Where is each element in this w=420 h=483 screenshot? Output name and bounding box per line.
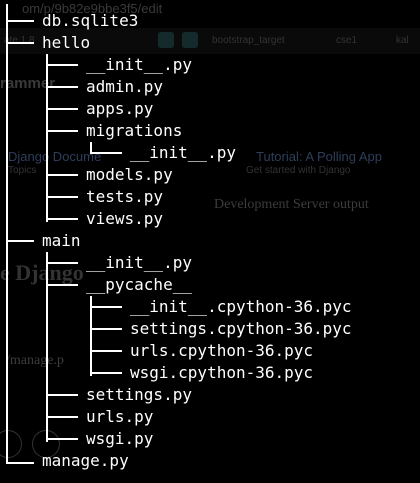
file-name: settings.py (86, 385, 192, 404)
file-name: apps.py (86, 99, 154, 118)
file-tree: db.sqlite3 hello __init__.py admin.py apps.p… (0, 0, 420, 483)
file-name: views.py (86, 209, 164, 228)
file-name: urls.cpython-36.pyc (130, 341, 314, 360)
file-name: db.sqlite3 (42, 11, 139, 30)
file-name: __init__.cpython-36.pyc (130, 297, 352, 316)
file-name: __init__.py (86, 55, 192, 74)
folder-name: migrations (86, 121, 183, 140)
file-name: manage.py (42, 451, 129, 470)
file-name: tests.py (86, 187, 164, 206)
folder-name: hello (42, 33, 91, 52)
file-name: wsgi.py (86, 429, 154, 448)
file-name: urls.py (86, 407, 154, 426)
file-name: admin.py (86, 77, 164, 96)
folder-name: main (42, 231, 81, 250)
folder-name: __pycache__ (86, 275, 192, 294)
terminal-window: om/p/9b82e9bbe3f5/edit ate 1.8 bootstrap… (0, 0, 420, 483)
file-name: __init__.py (86, 253, 192, 272)
file-name: wsgi.cpython-36.pyc (130, 363, 314, 382)
file-name: __init__.py (130, 143, 236, 162)
file-name: settings.cpython-36.pyc (130, 319, 352, 338)
file-name: models.py (86, 165, 173, 184)
